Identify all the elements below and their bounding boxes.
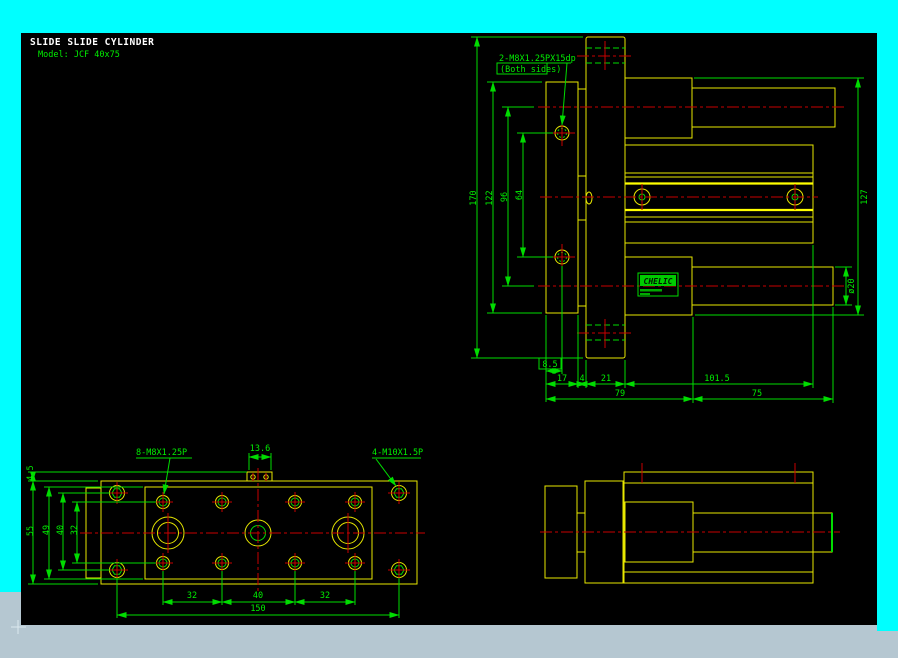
brand-logo-text: CHELIC [644,277,673,286]
dim-label-79: 79 [615,389,625,399]
cad-drawing-svg: SLIDE SLIDE CYLINDER Model: JCF 40x75 2-… [0,0,898,658]
dim-label-75: 75 [752,389,762,399]
dim-label-4-5: 4.5 [26,465,36,480]
dim-label-b32b: 32 [320,591,330,601]
frame-left-band [0,0,21,592]
drawing-model: Model: JCF 40x75 [38,50,120,60]
dim-label-17: 17 [557,374,567,384]
dim-label-21: 21 [601,374,611,384]
dim-label-b40: 40 [253,591,263,601]
dim-label-127: 127 [860,189,870,204]
drawing-canvas[interactable] [21,33,877,625]
frame-right-band [877,0,898,631]
dim-label-64: 64 [515,190,525,200]
dim-label-49: 49 [42,525,52,535]
dim-label-101-5: 101.5 [704,374,730,384]
m10-callout-label: 4-M10X1.5P [372,448,423,458]
dim-label-170: 170 [469,190,479,205]
dim-label-96: 96 [500,192,510,202]
dim-label-40: 40 [56,525,66,535]
dim-label-122: 122 [485,190,495,205]
drawing-title: SLIDE SLIDE CYLINDER [30,37,154,48]
dim-label-13-6: 13.6 [250,444,270,454]
dim-label-b32a: 32 [187,591,197,601]
m8-callout-label: 8-M8X1.25P [136,448,187,458]
frame-top-band [0,0,898,33]
dim-label-150: 150 [250,604,265,614]
cad-window: SLIDE SLIDE CYLINDER Model: JCF 40x75 2-… [0,0,898,658]
thread-callout-note: (Both sides) [500,65,561,75]
dim-label-55: 55 [26,526,36,536]
dim-label-rod-dia: ø20 [847,278,857,293]
thread-callout-label: 2-M8X1.25PX15dp [499,54,576,64]
dim-label-32: 32 [70,525,80,535]
dim-label-4: 4 [579,374,584,384]
dim-label-8-5: 8.5 [542,360,557,370]
